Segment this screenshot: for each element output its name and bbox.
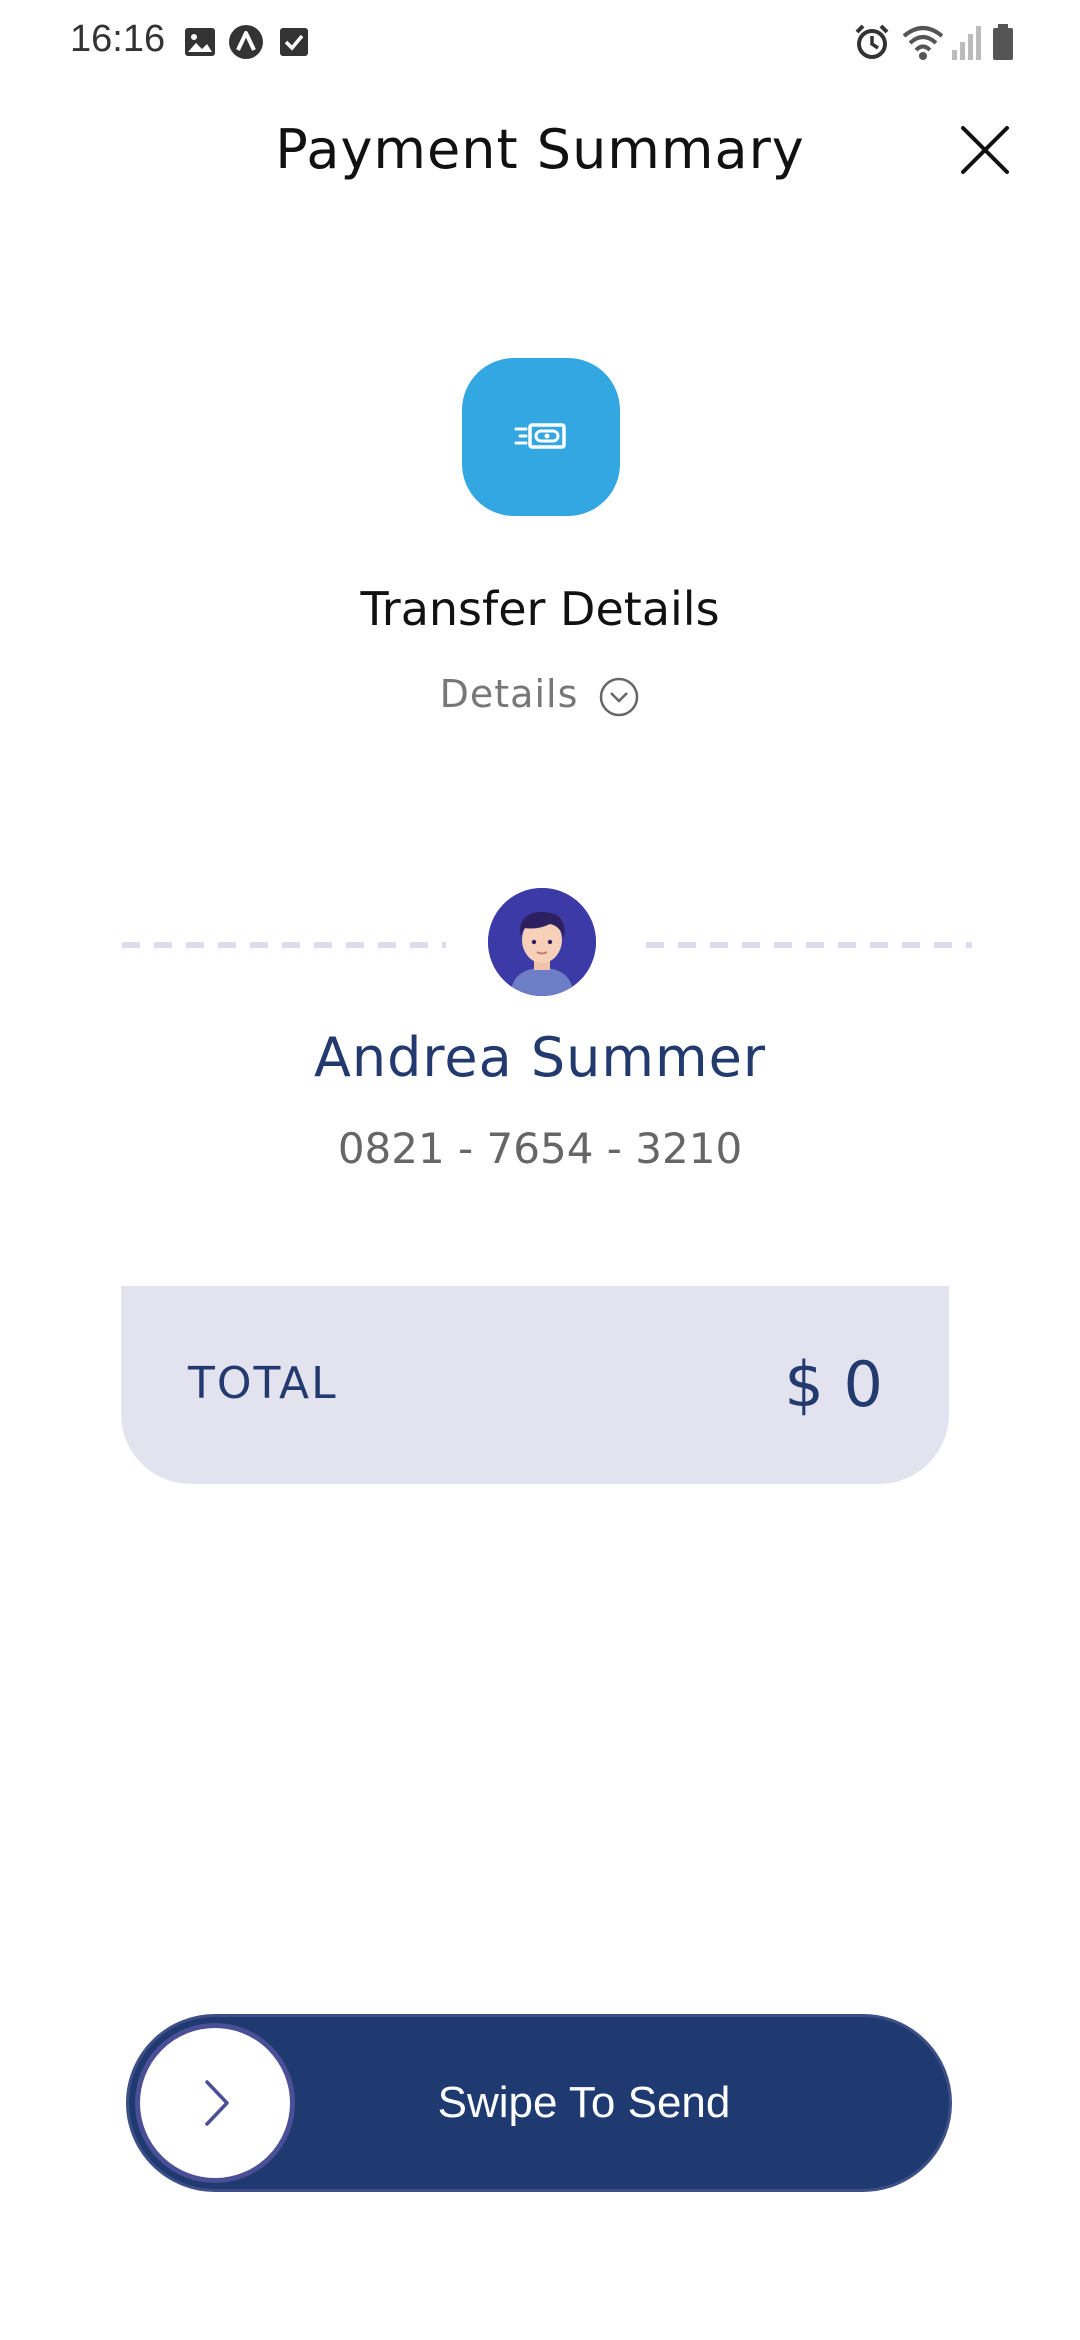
total-card: TOTAL $ 0 [121,1286,949,1484]
transfer-details-title: Transfer Details [360,582,720,636]
chevron-right-icon [205,2080,229,2126]
status-bar: 16:16 [0,0,1080,84]
avatar [488,888,596,996]
money-transfer-icon [514,423,566,449]
close-icon[interactable] [955,120,1015,180]
page-title: Payment Summary [275,118,805,181]
user-avatar-icon [488,888,596,996]
app-a-icon [229,25,263,59]
total-label: TOTAL [188,1358,338,1409]
recipient-name: Andrea Summer [313,1026,767,1089]
details-toggle[interactable]: Details [0,672,1080,718]
alarm-icon [855,24,889,59]
signal-icon [952,26,981,60]
battery-icon [993,24,1013,60]
gallery-icon [185,28,215,56]
chevron-down-circle-icon [600,677,639,716]
swipe-knob[interactable] [135,2023,295,2183]
wifi-icon [902,26,944,60]
swipe-label: Swipe To Send [437,2078,731,2127]
swipe-to-send-slider[interactable]: Swipe To Send [126,2014,952,2192]
status-time: 16:16 [70,18,166,60]
details-label: Details [439,672,579,716]
divider-left [122,942,446,948]
recipient-phone: 0821 - 7654 - 3210 [337,1124,743,1173]
divider-right [646,942,972,948]
total-value: $ 0 [784,1348,883,1421]
checkbox-icon [280,28,308,56]
transfer-icon-tile [462,358,620,516]
